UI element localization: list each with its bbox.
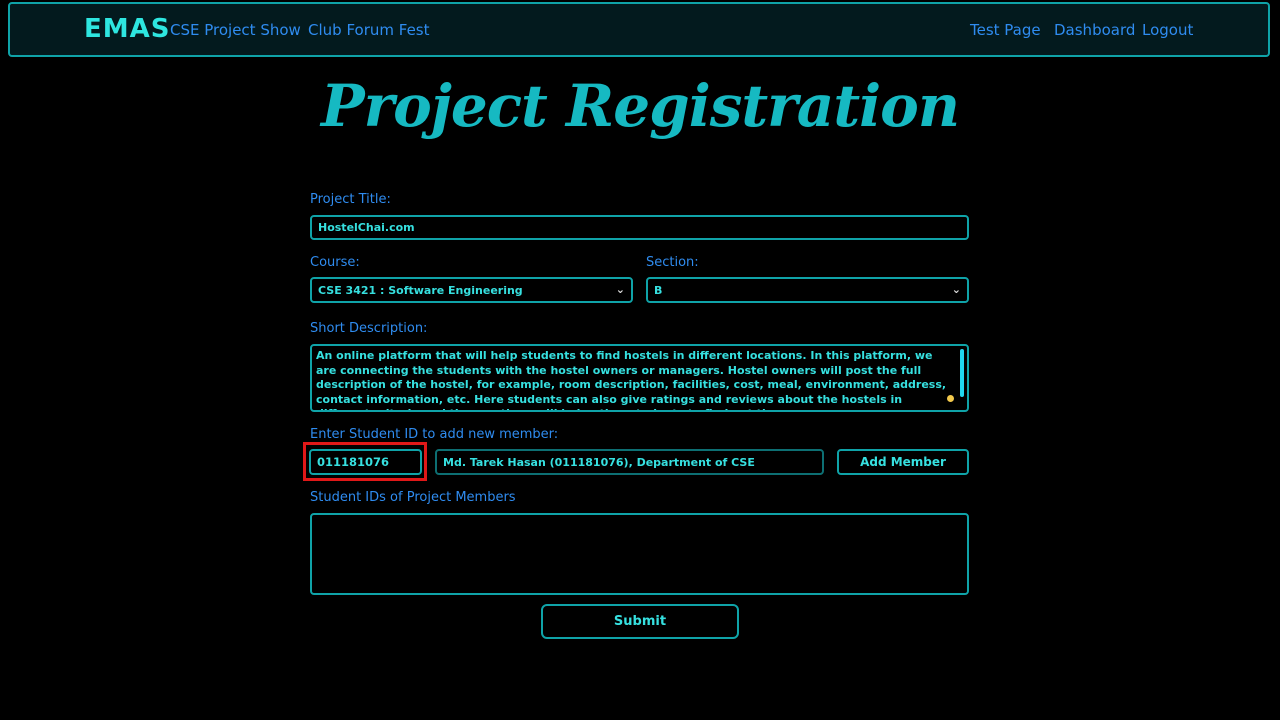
page-title: Project Registration [321, 72, 960, 140]
chevron-down-icon: ⌄ [951, 283, 961, 296]
section-select[interactable]: B ⌄ [646, 277, 969, 303]
members-textarea[interactable] [310, 513, 969, 595]
highlight-box [303, 442, 427, 481]
project-title-value: HostelChai.com [318, 221, 415, 234]
add-member-button[interactable]: Add Member [837, 449, 969, 475]
student-info-field: Md. Tarek Hasan (011181076), Department … [435, 449, 824, 475]
description-textarea[interactable]: An online platform that will help studen… [310, 344, 969, 412]
nav-link-club-forum-fest[interactable]: Club Forum Fest [308, 21, 430, 39]
nav-link-dashboard[interactable]: Dashboard [1054, 21, 1135, 39]
course-select-value: CSE 3421 : Software Engineering [318, 283, 523, 297]
brand-logo[interactable]: EMAS [84, 14, 170, 44]
description-text: An online platform that will help studen… [316, 349, 947, 410]
members-label: Student IDs of Project Members [310, 490, 516, 505]
project-title-label: Project Title: [310, 192, 391, 207]
project-title-input[interactable]: HostelChai.com [310, 215, 969, 240]
student-info-value: Md. Tarek Hasan (011181076), Department … [443, 455, 755, 469]
nav-link-cse-project-show[interactable]: CSE Project Show [170, 21, 301, 39]
scrollbar[interactable] [960, 349, 964, 397]
navbar: EMAS CSE Project Show Club Forum Fest Te… [8, 2, 1270, 57]
resize-grip-icon[interactable] [947, 395, 954, 402]
section-select-value: B [654, 283, 663, 297]
section-label: Section: [646, 255, 699, 270]
nav-link-logout[interactable]: Logout [1142, 21, 1193, 39]
description-label: Short Description: [310, 321, 428, 336]
course-label: Course: [310, 255, 360, 270]
submit-button[interactable]: Submit [541, 604, 739, 639]
nav-link-test-page[interactable]: Test Page [970, 21, 1041, 39]
page: EMAS CSE Project Show Club Forum Fest Te… [0, 0, 1280, 720]
add-member-label: Enter Student ID to add new member: [310, 427, 559, 442]
course-select[interactable]: CSE 3421 : Software Engineering ⌄ [310, 277, 633, 303]
chevron-down-icon: ⌄ [615, 283, 625, 296]
